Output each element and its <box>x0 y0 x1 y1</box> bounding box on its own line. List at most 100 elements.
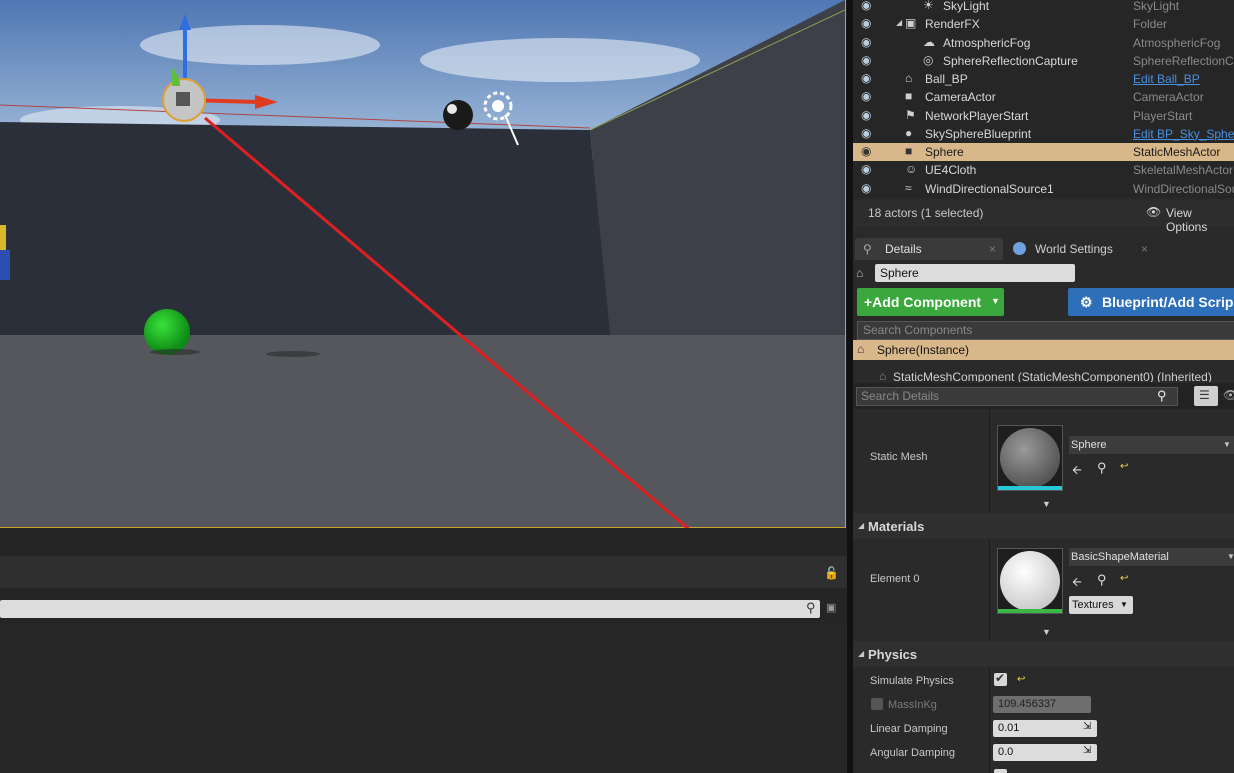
simulate-physics-checkbox[interactable]: ✔ <box>994 671 1007 686</box>
details-column-divider <box>989 409 990 773</box>
partial-checkbox[interactable] <box>994 769 1007 773</box>
search-components-placeholder: Search Components <box>863 323 973 337</box>
view-options-grid-button[interactable]: ☰ <box>1194 386 1218 406</box>
outliner-footer: 18 actors (1 selected) 👁 View Options <box>853 200 1234 234</box>
linear-damping-label: Linear Damping <box>870 723 948 735</box>
outliner-row[interactable]: ◉ ⚑ NetworkPlayerStart PlayerStart <box>853 107 1234 125</box>
visibility-eye-icon[interactable]: ◉ <box>861 126 871 140</box>
outliner-row[interactable]: ◉ ☁ AtmosphericFog AtmosphericFog <box>853 34 1234 52</box>
blueprint-add-script-label: Blueprint/Add Scrip <box>1102 294 1234 310</box>
static-mesh-label: Static Mesh <box>870 451 928 463</box>
outliner-row-name: UE4Cloth <box>925 163 977 178</box>
expand-arrow-icon[interactable]: ▼ <box>1042 499 1051 509</box>
browse-icon[interactable]: ⚲ <box>1097 572 1107 588</box>
static-mesh-thumbnail[interactable] <box>997 425 1063 491</box>
tab-details[interactable]: ⚲ Details × <box>855 238 1003 260</box>
edit-blueprint-link[interactable]: Edit BP_Sky_Sphe <box>1133 127 1234 141</box>
outliner-row[interactable]: ◉ ■ Sphere StaticMeshActor <box>853 143 1234 161</box>
gear-icon: ⚙ <box>1080 294 1093 310</box>
output-log-toolbar: 🔓 <box>0 556 849 588</box>
output-log-body <box>0 624 849 773</box>
lock-icon[interactable]: 🔓 <box>824 566 839 580</box>
physics-section-header[interactable]: ◢ Physics <box>853 641 1234 667</box>
outliner-row-type: PlayerStart <box>1133 108 1193 123</box>
tab-world-settings[interactable]: World Settings × <box>1007 238 1157 260</box>
material-dropdown[interactable]: BasicShapeMaterial ▼ <box>1069 548 1234 566</box>
expand-arrow-icon[interactable]: ▼ <box>1042 627 1051 637</box>
visibility-eye-icon[interactable]: ◉ <box>861 144 871 158</box>
outliner-row-name: CameraActor <box>925 90 996 105</box>
edit-blueprint-link[interactable]: Edit Ball_BP <box>1133 72 1200 86</box>
globe-icon <box>1013 242 1026 255</box>
outliner-row-type: WindDirectionalSou <box>1133 181 1234 196</box>
outliner-row-name: NetworkPlayerStart <box>925 108 1029 123</box>
visibility-eye-icon[interactable]: ◉ <box>861 53 871 67</box>
sphere-preview <box>1000 428 1060 488</box>
outliner-row-name: SkyLight <box>943 0 990 13</box>
material-thumbnail[interactable] <box>997 548 1063 614</box>
outliner-row[interactable]: ◉ ☺ UE4Cloth SkeletalMeshActor <box>853 161 1234 179</box>
visibility-eye-icon[interactable]: ◉ <box>861 16 871 30</box>
drag-handle-icon[interactable]: ⇲ <box>1083 721 1091 732</box>
outliner-row[interactable]: ◉ ■ CameraActor CameraActor <box>853 88 1234 106</box>
use-selected-arrow-icon[interactable]: 🡨 <box>1072 461 1082 482</box>
outliner-row-name: SkySphereBlueprint <box>925 126 1032 141</box>
visibility-eye-icon[interactable]: ◉ <box>861 71 871 85</box>
search-icon[interactable]: ⚲ <box>806 600 816 616</box>
camera-icon: ■ <box>905 89 913 104</box>
component-tree-static-mesh[interactable]: ⌂ StaticMeshComponent (StaticMeshCompone… <box>853 364 1234 382</box>
visibility-eye-icon[interactable]: ◉ <box>861 89 871 103</box>
outliner-row-type: SkyLight <box>1133 0 1180 13</box>
collapse-arrow-icon[interactable]: ◢ <box>896 18 902 27</box>
outliner-row[interactable]: ◉ ≈ WindDirectionalSource1 WindDirectionalS… <box>853 180 1234 198</box>
visibility-eye-icon[interactable]: ◉ <box>861 162 871 176</box>
static-mesh-dropdown[interactable]: Sphere ▼ <box>1069 436 1234 454</box>
blueprint-add-script-button[interactable]: ⚙ Blueprint/Add Scrip <box>1068 288 1234 316</box>
reset-icon[interactable]: ↩ <box>1017 674 1025 685</box>
drag-handle-icon[interactable]: ⇲ <box>1083 745 1091 756</box>
chevron-down-icon: ▼ <box>1223 440 1231 449</box>
visibility-eye-icon[interactable]: ◉ <box>861 108 871 122</box>
outliner-row[interactable]: ◉ ⌂ Ball_BP Edit Ball_BP <box>853 70 1234 88</box>
eye-icon[interactable]: 👁 <box>1223 388 1234 402</box>
eye-icon[interactable]: 👁 <box>1146 205 1161 219</box>
outliner-row[interactable]: ◉ ☀ SkyLight SkyLight <box>853 0 1234 15</box>
add-component-button[interactable]: +Add Component ▼ <box>857 288 1004 316</box>
materials-section-header[interactable]: ◢ Materials <box>853 513 1234 539</box>
collapse-arrow-icon: ◢ <box>858 649 865 658</box>
save-icon[interactable]: ▣ <box>826 601 836 614</box>
angular-damping-value: 0.0 <box>998 746 1014 758</box>
outliner-row-name: Sphere <box>925 145 964 159</box>
visibility-eye-icon[interactable]: ◉ <box>861 0 871 12</box>
close-icon[interactable]: × <box>1141 242 1148 256</box>
close-icon[interactable]: × <box>989 242 996 256</box>
use-selected-arrow-icon[interactable]: 🡨 <box>1072 573 1082 594</box>
component-tree-instance[interactable]: ⌂ Sphere(Instance) <box>853 340 1234 360</box>
outliner-row[interactable]: ◉ ◢ ▣ RenderFX Folder <box>853 15 1234 33</box>
visibility-eye-icon[interactable]: ◉ <box>861 35 871 49</box>
mesh-color-bar <box>998 486 1062 490</box>
reset-icon[interactable]: ↩ <box>1120 461 1128 472</box>
outliner-row-type: CameraActor <box>1133 90 1204 105</box>
actor-name-input[interactable]: Sphere <box>875 264 1075 282</box>
textures-button[interactable]: Textures ▼ <box>1069 596 1133 614</box>
visibility-eye-icon[interactable]: ◉ <box>861 181 871 195</box>
physics-title: Physics <box>868 647 918 662</box>
reset-icon[interactable]: ↩ <box>1120 573 1128 584</box>
angular-damping-input[interactable]: 0.0 ⇲ <box>993 744 1097 761</box>
element0-label: Element 0 <box>870 573 920 585</box>
browse-icon[interactable]: ⚲ <box>1097 460 1107 476</box>
mass-override-checkbox[interactable] <box>871 698 883 710</box>
view-options-button[interactable]: View Options <box>1166 206 1234 234</box>
outliner-row-type: StaticMeshActor <box>1133 145 1221 159</box>
world-outliner: ◉ ☀ SkyLight SkyLight ◉ ◢ ▣ RenderFX Folder ◉ ☁ Atm… <box>853 0 1234 198</box>
search-details-input[interactable]: Search Details ⚲ <box>856 387 1178 406</box>
search-components-input[interactable]: Search Components <box>857 321 1234 340</box>
outliner-row[interactable]: ◉ ● SkySphereBlueprint Edit BP_Sky_Sphe <box>853 125 1234 143</box>
angular-damping-label: Angular Damping <box>870 747 955 759</box>
outliner-row[interactable]: ◉ ◎ SphereReflectionCapture SphereReflectio… <box>853 52 1234 70</box>
materials-title: Materials <box>868 519 925 534</box>
search-details-placeholder: Search Details <box>861 389 940 403</box>
log-search-input[interactable] <box>0 600 820 618</box>
linear-damping-input[interactable]: 0.01 ⇲ <box>993 720 1097 737</box>
